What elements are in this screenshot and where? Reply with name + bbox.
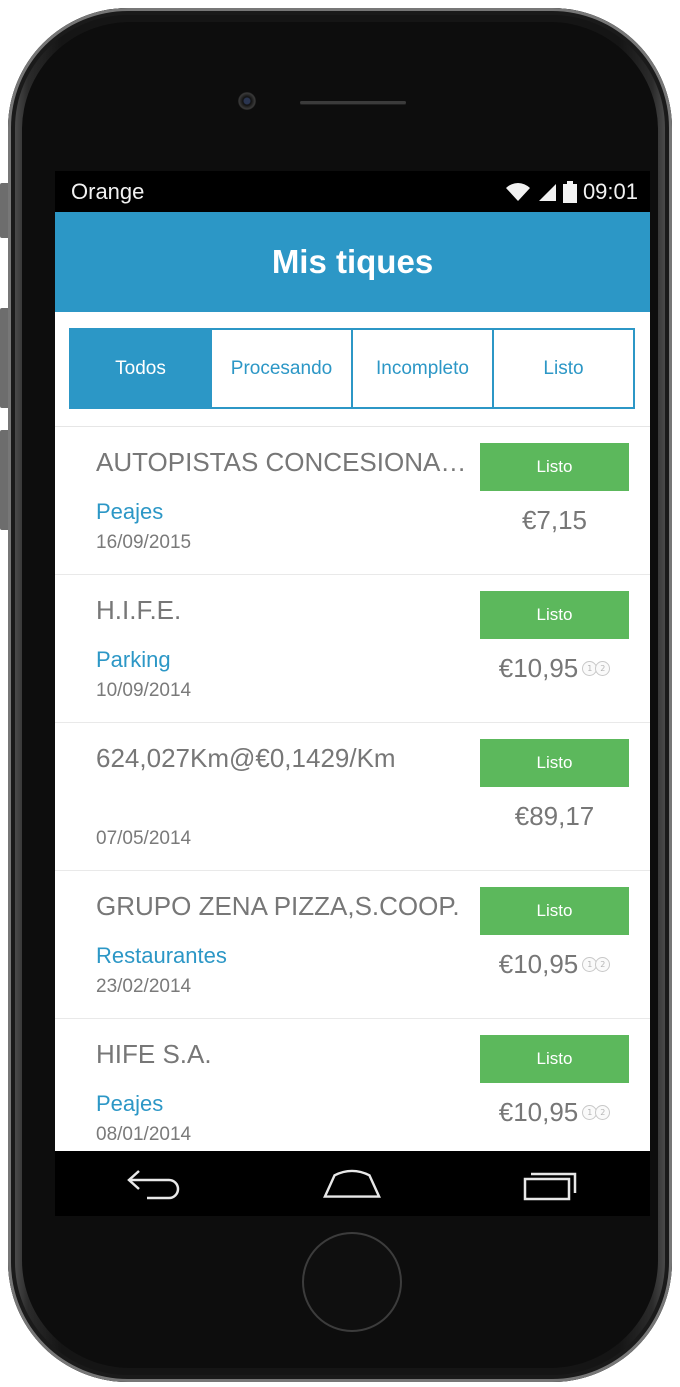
- back-icon: [127, 1169, 180, 1199]
- ticket-row[interactable]: HIFE S.A. Peajes 08/01/2014 Listo €10,95…: [55, 1019, 650, 1167]
- tab-procesando[interactable]: Procesando: [210, 330, 351, 407]
- front-camera: [238, 92, 256, 110]
- ticket-row[interactable]: 624,027Km@€0,1429/Km 07/05/2014 Listo €8…: [55, 723, 650, 871]
- ticket-date: 16/09/2015: [96, 532, 192, 553]
- ticket-amount-group: €10,95 12: [480, 1097, 629, 1128]
- wifi-icon: [505, 182, 530, 201]
- status-badge[interactable]: Listo: [480, 739, 629, 787]
- ticket-date: 08/01/2014: [96, 1124, 192, 1145]
- split-coins-icon: 12: [582, 661, 611, 676]
- earpiece-speaker: [300, 101, 406, 104]
- recent-apps-icon: [523, 1172, 577, 1200]
- home-icon: [323, 1169, 382, 1198]
- clock: 09:01: [582, 178, 638, 204]
- ticket-date: 07/05/2014: [96, 828, 192, 849]
- ticket-amount: €10,95: [498, 949, 579, 979]
- ticket-category: Peajes: [96, 499, 164, 524]
- tab-listo[interactable]: Listo: [492, 330, 633, 407]
- ticket-merchant: GRUPO ZENA PIZZA,S.COOP.: [96, 891, 460, 921]
- ticket-merchant: H.I.F.E.: [96, 595, 182, 625]
- ticket-row[interactable]: H.I.F.E. Parking 10/09/2014 Listo €10,95…: [55, 575, 650, 723]
- ticket-category: Peajes: [96, 1091, 164, 1116]
- carrier-name: Orange: [71, 178, 145, 204]
- silent-switch: [0, 183, 8, 238]
- android-nav-bar: [55, 1151, 650, 1216]
- signal-icon: [538, 183, 556, 201]
- ticket-category: Restaurantes: [96, 943, 227, 968]
- tab-incompleto[interactable]: Incompleto: [351, 330, 492, 407]
- ticket-amount-group: €89,17: [480, 801, 629, 832]
- physical-home-button[interactable]: [302, 1232, 402, 1332]
- status-badge[interactable]: Listo: [480, 443, 629, 491]
- filter-tabs-container: Todos Procesando Incompleto Listo: [55, 312, 650, 426]
- ticket-merchant: AUTOPISTAS CONCESIONARIA ESPAÑOLA: [96, 447, 479, 477]
- page-title: Mis tiques: [271, 243, 434, 280]
- back-button[interactable]: [124, 1164, 184, 1204]
- ticket-row[interactable]: AUTOPISTAS CONCESIONARIA ESPAÑOLA Peajes…: [55, 427, 650, 575]
- status-badge[interactable]: Listo: [480, 591, 629, 639]
- split-coins-icon: 12: [582, 957, 611, 972]
- ticket-category: Parking: [96, 647, 171, 672]
- home-button[interactable]: [322, 1164, 382, 1204]
- status-bar: Orange 09:01: [55, 171, 650, 212]
- app-bar: Mis tiques: [55, 212, 650, 312]
- recent-apps-button[interactable]: [521, 1164, 581, 1204]
- filter-tabs: Todos Procesando Incompleto Listo: [69, 328, 635, 409]
- ticket-amount: €89,17: [514, 801, 595, 831]
- ticket-date: 23/02/2014: [96, 976, 192, 997]
- status-badge[interactable]: Listo: [480, 1035, 629, 1083]
- ticket-amount: €10,95: [498, 1097, 579, 1127]
- ticket-date: 10/09/2014: [96, 680, 192, 701]
- ticket-merchant: 624,027Km@€0,1429/Km: [96, 743, 396, 773]
- split-coins-icon: 12: [582, 1105, 611, 1120]
- ticket-merchant: HIFE S.A.: [96, 1039, 212, 1069]
- ticket-amount-group: €10,95 12: [480, 653, 629, 684]
- volume-down-button: [0, 430, 8, 530]
- status-badge[interactable]: Listo: [480, 887, 629, 935]
- app-screen: Orange 09:01 Mis tiques Todos Procesando…: [55, 171, 650, 1216]
- battery-icon: [562, 180, 577, 203]
- ticket-amount: €7,15: [521, 505, 588, 535]
- status-icons: 09:01: [505, 179, 638, 205]
- volume-up-button: [0, 308, 8, 408]
- ticket-amount: €10,95: [498, 653, 579, 683]
- tickets-list: AUTOPISTAS CONCESIONARIA ESPAÑOLA Peajes…: [55, 427, 650, 1167]
- ticket-amount-group: €10,95 12: [480, 949, 629, 980]
- tab-todos[interactable]: Todos: [71, 330, 210, 407]
- ticket-row[interactable]: GRUPO ZENA PIZZA,S.COOP. Restaurantes 23…: [55, 871, 650, 1019]
- ticket-amount-group: €7,15: [480, 505, 629, 536]
